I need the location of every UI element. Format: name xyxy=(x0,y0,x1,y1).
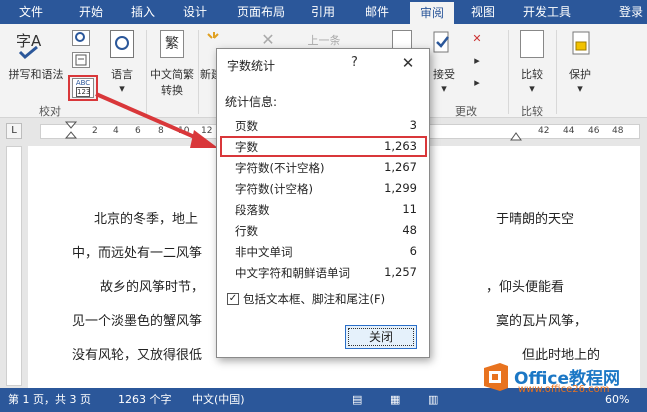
stat-value: 11 xyxy=(402,202,417,216)
compare-icon[interactable] xyxy=(520,30,544,58)
stat-label: 字符数(计空格) xyxy=(235,182,313,196)
ribbon-tab-bar: 文件 开始 插入 设计 页面布局 引用 邮件 审阅 视图 开发工具 登录 xyxy=(0,0,647,24)
spelling-icon[interactable]: 字A xyxy=(12,28,52,62)
ribbon-separator xyxy=(508,30,509,114)
tab-layout[interactable]: 页面布局 xyxy=(230,0,292,24)
word-count-icon-bottom: 123 xyxy=(76,87,91,97)
ruler-number: 44 xyxy=(563,126,575,136)
doc-text-line: 寞的瓦片风筝， xyxy=(496,314,588,329)
protect-icon[interactable] xyxy=(570,30,592,58)
word-count-status[interactable]: 1263 个字 xyxy=(118,388,172,412)
doc-text-line: 北京的冬季，地上 xyxy=(94,212,199,227)
stat-label: 非中文单词 xyxy=(235,245,293,259)
close-button[interactable]: 关闭 xyxy=(345,325,417,349)
chinese-convert-icon[interactable]: 繁 xyxy=(160,30,184,58)
tab-view[interactable]: 视图 xyxy=(464,0,502,24)
stat-row: 字符数(计空格) 1,299 xyxy=(217,178,429,199)
stat-value: 6 xyxy=(409,244,417,258)
tab-insert[interactable]: 插入 xyxy=(124,0,162,24)
include-textboxes-label[interactable]: 包括文本框、脚注和尾注(F) xyxy=(243,291,385,307)
ruler-number: 48 xyxy=(612,126,624,136)
tab-mailings[interactable]: 邮件 xyxy=(358,0,396,24)
thesaurus-icon[interactable] xyxy=(72,52,90,68)
stat-value: 3 xyxy=(409,118,417,132)
spelling-grammar-button[interactable]: 拼写和语法 xyxy=(4,66,68,82)
doc-text-line: 但此时地上的 xyxy=(522,348,601,363)
vertical-ruler xyxy=(6,146,22,386)
chinese-convert-button[interactable]: 中文简繁 xyxy=(144,66,200,82)
tab-design[interactable]: 设计 xyxy=(176,0,214,24)
ribbon-separator xyxy=(556,30,557,114)
indent-marker-icon[interactable] xyxy=(64,118,78,144)
stat-label: 行数 xyxy=(235,224,258,238)
stat-row: 行数 48 xyxy=(217,220,429,241)
dialog-title: 字数统计 xyxy=(227,59,276,73)
doc-text-line: 见一个淡墨色的蟹风筝 xyxy=(72,314,203,329)
close-icon[interactable]: ✕ xyxy=(395,53,421,73)
protect-button[interactable]: 保护 xyxy=(560,66,600,82)
stat-row: 字符数(不计空格) 1,267 xyxy=(217,157,429,178)
spelling-icon-text: 字A xyxy=(16,32,42,50)
stat-value: 48 xyxy=(402,223,417,237)
tab-home[interactable]: 开始 xyxy=(72,0,110,24)
login-link[interactable]: 登录 xyxy=(619,0,643,24)
doc-text-line: 没有风轮，又放得很低 xyxy=(72,348,203,363)
accept-button[interactable]: 接受 xyxy=(428,66,460,82)
tab-file[interactable]: 文件 xyxy=(0,0,62,24)
reject-icon[interactable]: ✕ xyxy=(470,32,484,45)
language-icon[interactable] xyxy=(110,30,134,58)
group-proofing-label: 校对 xyxy=(39,105,61,118)
doc-text-line: 于晴朗的天空 xyxy=(496,212,575,227)
language-status[interactable]: 中文(中国) xyxy=(192,388,245,412)
group-changes-label: 更改 xyxy=(455,105,477,118)
accept-icon[interactable] xyxy=(432,30,452,56)
watermark-url: www.office26.com xyxy=(518,384,610,395)
stat-label: 字符数(不计空格) xyxy=(235,161,325,175)
stat-row: 非中文单词 6 xyxy=(217,241,429,262)
tab-review[interactable]: 审阅 xyxy=(410,2,454,24)
tab-selector-icon[interactable]: L xyxy=(6,123,22,139)
tab-developer[interactable]: 开发工具 xyxy=(516,0,578,24)
language-button[interactable]: 语言 xyxy=(104,66,140,82)
include-textboxes-checkbox[interactable]: ✓ xyxy=(227,293,239,305)
tab-references[interactable]: 引用 xyxy=(304,0,342,24)
statistics-heading: 统计信息: xyxy=(225,95,278,109)
compare-dropdown-icon[interactable]: ▾ xyxy=(526,82,538,95)
word-count-icon-top: ABC xyxy=(75,79,91,87)
office-logo-icon xyxy=(484,363,508,391)
stat-label: 中文字符和朝鲜语单词 xyxy=(235,266,350,280)
stat-row: 中文字符和朝鲜语单词 1,257 xyxy=(217,262,429,283)
word-count-dialog: 字数统计 ? ✕ 统计信息: 页数 3 字数 1,263 字符数(不计空格) 1… xyxy=(216,48,430,358)
delete-comment-icon[interactable]: ✕ xyxy=(258,30,278,49)
previous-comment-button[interactable]: 上一条 xyxy=(294,32,354,48)
stat-label: 段落数 xyxy=(235,203,270,217)
stat-value: 1,299 xyxy=(384,181,417,195)
help-button[interactable]: ? xyxy=(351,55,358,70)
doc-text-line: 故乡的风筝时节， xyxy=(100,280,205,295)
next-change-icon[interactable]: ▸ xyxy=(470,76,484,89)
read-mode-icon[interactable]: ▤ xyxy=(352,388,362,412)
doc-text-line: ，仰头便能看 xyxy=(486,280,565,295)
stat-label: 页数 xyxy=(235,119,258,133)
accept-dropdown-icon[interactable]: ▾ xyxy=(438,82,450,95)
doc-text-line: 中，而远处有一二风筝 xyxy=(72,246,203,261)
ruler-number: 42 xyxy=(538,126,550,136)
print-layout-icon[interactable]: ▦ xyxy=(390,388,400,412)
stat-value: 1,267 xyxy=(384,160,417,174)
ruler-number: 46 xyxy=(588,126,600,136)
page-count-status[interactable]: 第 1 页，共 3 页 xyxy=(8,388,91,412)
red-arrow-icon xyxy=(95,92,218,148)
research-icon[interactable] xyxy=(72,30,90,46)
focus-ring xyxy=(348,328,414,346)
group-compare-label: 比较 xyxy=(521,105,543,118)
prev-change-icon[interactable]: ▸ xyxy=(470,54,484,67)
compare-button[interactable]: 比较 xyxy=(512,66,552,82)
web-layout-icon[interactable]: ▥ xyxy=(428,388,438,412)
stat-row: 段落数 11 xyxy=(217,199,429,220)
protect-dropdown-icon[interactable]: ▾ xyxy=(574,82,586,95)
stat-row: 页数 3 xyxy=(217,115,429,136)
right-indent-marker-icon[interactable] xyxy=(510,128,522,142)
stat-value: 1,257 xyxy=(384,265,417,279)
word-count-row-highlight xyxy=(220,136,427,157)
